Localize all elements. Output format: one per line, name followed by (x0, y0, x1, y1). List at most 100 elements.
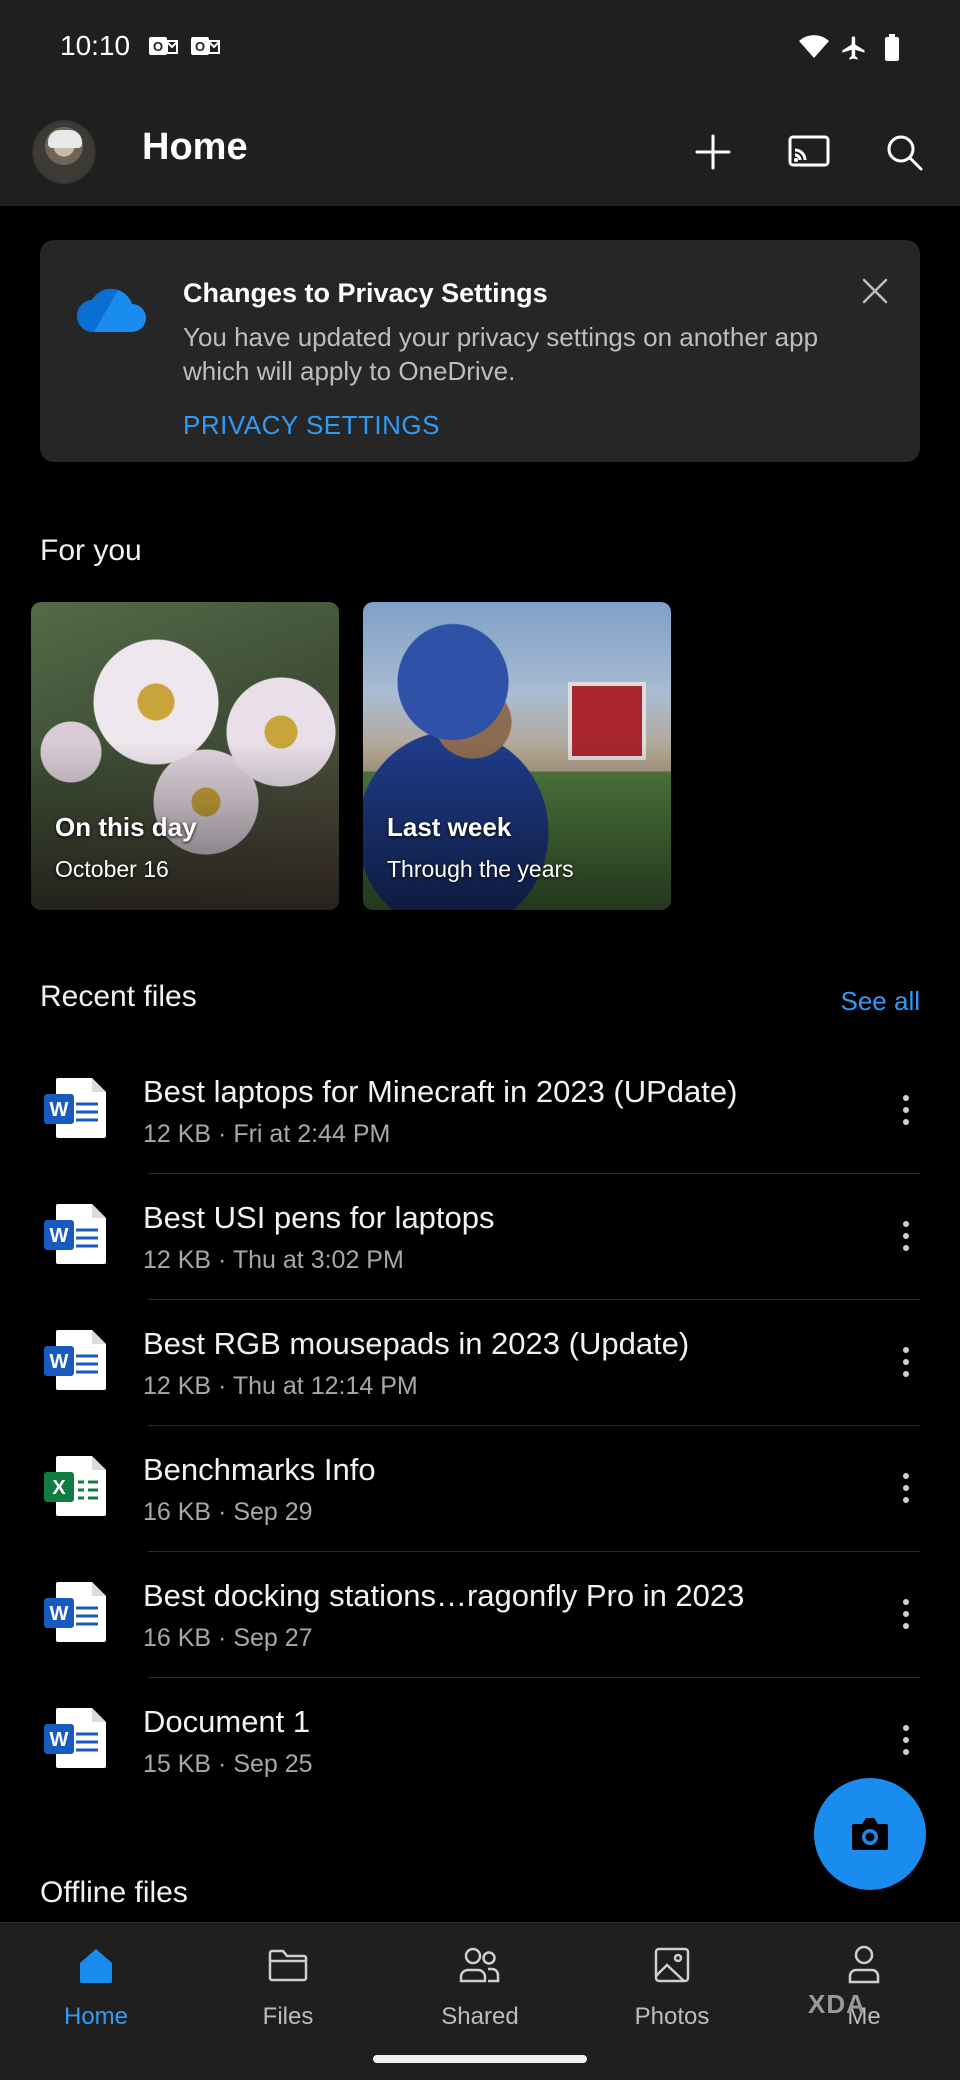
file-row[interactable]: W Best laptops for Minecraft in 2023 (UPd… (0, 1048, 960, 1174)
nav-files[interactable]: Files (192, 1941, 384, 2031)
file-meta: 12 KB · Thu at 12:14 PM (143, 1372, 418, 1400)
bottom-navigation: Home Files Shared Photos Me XDA (0, 1922, 960, 2080)
avatar[interactable] (32, 120, 96, 184)
more-vertical-icon (903, 1221, 909, 1227)
nav-label: Files (262, 2003, 314, 2030)
memory-tile-last-week[interactable]: Last week Through the years (363, 602, 671, 910)
xda-watermark: XDA (808, 1989, 866, 2019)
privacy-body: You have updated your privacy settings o… (183, 322, 819, 386)
privacy-title: Changes to Privacy Settings (183, 278, 548, 308)
tile-title: On this day (55, 812, 197, 842)
file-row[interactable]: X Benchmarks Info 16 KB · Sep 29 (0, 1426, 960, 1552)
cast-button[interactable] (783, 126, 835, 178)
person-icon (768, 1941, 960, 1989)
more-options-button[interactable] (882, 1086, 930, 1134)
word-file-icon: W (42, 1328, 110, 1392)
file-name: Best USI pens for laptops (143, 1200, 495, 1235)
scan-camera-button[interactable] (814, 1778, 926, 1890)
more-vertical-icon (903, 1611, 909, 1617)
file-meta: 16 KB · Sep 29 (143, 1498, 313, 1526)
file-name: Best RGB mousepads in 2023 (Update) (143, 1326, 690, 1361)
more-vertical-icon (903, 1599, 909, 1605)
add-button[interactable] (687, 126, 739, 178)
word-file-icon: W (42, 1202, 110, 1266)
file-meta: 15 KB · Sep 25 (143, 1750, 313, 1778)
file-row[interactable]: W Best docking stations…ragonfly Pro in 2… (0, 1552, 960, 1678)
more-options-button[interactable] (882, 1338, 930, 1386)
file-meta: 12 KB · Fri at 2:44 PM (143, 1120, 391, 1148)
camera-icon (852, 1818, 888, 1850)
memory-tile-on-this-day[interactable]: On this day October 16 (31, 602, 339, 910)
people-icon (384, 1941, 576, 1989)
more-options-button[interactable] (882, 1212, 930, 1260)
file-name: Benchmarks Info (143, 1452, 376, 1487)
page-title: Home (142, 126, 248, 168)
more-vertical-icon (903, 1485, 909, 1491)
home-icon (0, 1941, 192, 1989)
more-vertical-icon (903, 1107, 909, 1113)
search-icon (887, 135, 923, 171)
wifi-icon (798, 34, 830, 65)
app-bar: Home (0, 96, 960, 206)
privacy-settings-link[interactable]: PRIVACY SETTINGS (183, 410, 440, 441)
more-vertical-icon (903, 1497, 909, 1503)
for-you-heading: For you (40, 534, 142, 567)
file-row[interactable]: W Best RGB mousepads in 2023 (Update) 12 K… (0, 1300, 960, 1426)
svg-text:W: W (50, 1729, 69, 1751)
outlook-notification-icon: O (190, 34, 220, 65)
file-name: Document 1 (143, 1704, 311, 1739)
file-row[interactable]: W Document 1 15 KB · Sep 25 (0, 1678, 960, 1804)
more-vertical-icon (903, 1359, 909, 1365)
see-all-link[interactable]: See all (841, 986, 921, 1017)
onedrive-cloud-icon (76, 288, 148, 339)
close-icon (862, 278, 888, 304)
more-vertical-icon (903, 1233, 909, 1239)
gesture-home-indicator[interactable] (373, 2055, 587, 2063)
nav-home[interactable]: Home (0, 1941, 192, 2031)
more-vertical-icon (903, 1725, 909, 1731)
cast-icon (788, 135, 830, 167)
more-vertical-icon (903, 1737, 909, 1743)
dismiss-button[interactable] (852, 268, 898, 314)
folder-icon (192, 1941, 384, 1989)
airplane-icon (840, 34, 868, 67)
file-name: Best docking stations…ragonfly Pro in 20… (143, 1578, 745, 1613)
tile-title: Last week (387, 812, 512, 842)
svg-text:W: W (50, 1351, 69, 1373)
word-file-icon: W (42, 1706, 110, 1770)
more-options-button[interactable] (882, 1590, 930, 1638)
outlook-notification-icon: O (148, 34, 178, 65)
status-bar: 10:10 O O (0, 0, 960, 96)
file-name: Best laptops for Minecraft in 2023 (UPda… (143, 1074, 738, 1109)
privacy-notice-card: Changes to Privacy Settings You have upd… (40, 240, 920, 462)
image-icon (576, 1941, 768, 1989)
word-file-icon: W (42, 1580, 110, 1644)
svg-text:W: W (50, 1099, 69, 1121)
more-options-button[interactable] (882, 1464, 930, 1512)
svg-text:W: W (50, 1603, 69, 1625)
offline-files-heading: Offline files (40, 1876, 188, 1909)
nav-label: Photos (634, 2003, 710, 2030)
nav-photos[interactable]: Photos (576, 1941, 768, 2031)
tile-subtitle: Through the years (387, 856, 574, 882)
recent-files-heading: Recent files (40, 980, 197, 1013)
more-vertical-icon (903, 1347, 909, 1353)
file-row[interactable]: W Best USI pens for laptops 12 KB · Thu at… (0, 1174, 960, 1300)
nav-label: Shared (441, 2003, 519, 2030)
svg-text:X: X (52, 1477, 66, 1499)
more-vertical-icon (903, 1245, 909, 1251)
more-vertical-icon (903, 1623, 909, 1629)
word-file-icon: W (42, 1076, 110, 1140)
svg-text:O: O (153, 39, 163, 54)
nav-shared[interactable]: Shared (384, 1941, 576, 2031)
status-time: 10:10 (60, 30, 131, 61)
more-vertical-icon (903, 1371, 909, 1377)
excel-file-icon: X (42, 1454, 110, 1518)
file-meta: 16 KB · Sep 27 (143, 1624, 313, 1652)
more-options-button[interactable] (882, 1716, 930, 1764)
search-button[interactable] (878, 126, 930, 178)
plus-icon (695, 134, 731, 170)
file-meta: 12 KB · Thu at 3:02 PM (143, 1246, 404, 1274)
more-vertical-icon (903, 1119, 909, 1125)
svg-text:W: W (50, 1225, 69, 1247)
